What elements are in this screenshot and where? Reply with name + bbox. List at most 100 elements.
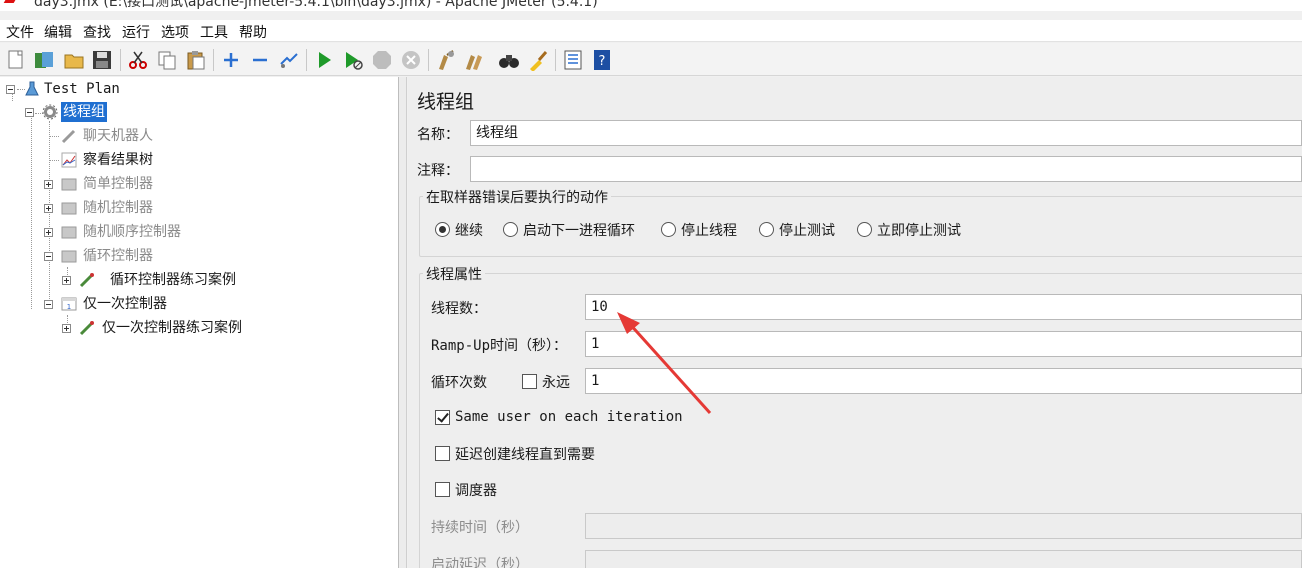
expand-toggle[interactable] [44,180,53,189]
tree-node-chatbot[interactable]: 聊天机器人 [59,126,259,148]
forever-checkbox[interactable] [522,374,537,389]
tree-node-thread-group[interactable]: 线程组 [25,102,225,124]
once-controller-icon: 1 [61,296,77,312]
test-plan-icon [24,81,40,97]
forever-label[interactable]: 永远 [542,372,570,392]
collapse-toggle[interactable] [44,300,53,309]
jmeter-feather-icon [3,0,19,3]
window-title: day3.jmx (E:\接口测试\apache-jmeter-5.4.1\bi… [34,0,598,10]
tree-node-label: 线程组 [61,102,107,122]
tree-node-label: 循环控制器练习案例 [110,272,236,288]
start-icon[interactable] [313,49,335,71]
radio-continue-label[interactable]: 继续 [455,220,483,240]
radio-stop-test-now-label[interactable]: 立即停止测试 [877,220,961,240]
delay-thread-creation-label[interactable]: 延迟创建线程直到需要 [455,444,595,464]
listener-icon [61,152,77,168]
clear-icon[interactable] [435,49,457,71]
collapse-toggle[interactable] [6,85,15,94]
tree-node-test-plan[interactable]: Test Plan [6,79,206,101]
radio-stop-thread-label[interactable]: 停止线程 [681,220,737,240]
collapse-toggle[interactable] [25,108,34,117]
radio-stop-test-now[interactable] [857,222,872,237]
thread-group-editor: 线程组 名称： 线程组 注释： 在取样器错误后要执行的动作 继续 启动下一进程循… [408,77,1302,568]
tree-node-label: Test Plan [44,81,120,97]
collapse-toggle[interactable] [44,252,53,261]
rampup-field[interactable]: 1 [585,331,1302,357]
radio-stop-test-label[interactable]: 停止测试 [779,220,835,240]
controller-icon [61,200,77,216]
radio-stop-test[interactable] [759,222,774,237]
menu-help[interactable]: 帮助 [239,22,267,42]
start-no-pause-icon[interactable] [342,49,364,71]
startup-delay-label: 启动延迟（秒） [431,557,529,568]
delay-thread-creation-checkbox[interactable] [435,446,450,461]
expand-icon[interactable] [220,49,242,71]
help-icon[interactable]: ? [591,49,613,71]
scheduler-label[interactable]: 调度器 [455,480,497,500]
templates-icon[interactable] [33,49,55,71]
tree-node-once-only-controller-case[interactable]: 仅一次控制器练习案例 [62,318,302,340]
name-field[interactable]: 线程组 [470,120,1302,146]
rampup-label: Ramp-Up时间（秒）： [431,338,568,354]
expand-toggle[interactable] [62,276,71,285]
thread-properties-title: 线程属性 [423,264,485,284]
toolbar-separator [213,49,214,71]
scheduler-checkbox[interactable] [435,482,450,497]
radio-stop-thread[interactable] [661,222,676,237]
tree-node-once-only-controller[interactable]: 1 仅一次控制器 [44,294,244,316]
threads-field[interactable]: 10 [585,294,1302,320]
tree-node-random-controller[interactable]: 随机控制器 [44,198,244,220]
menu-options[interactable]: 选项 [161,22,189,42]
error-action-title: 在取样器错误后要执行的动作 [423,187,611,207]
copy-icon[interactable] [156,49,178,71]
tree-node-simple-controller[interactable]: 简单控制器 [44,174,244,196]
duration-field[interactable] [585,513,1302,539]
panel-heading: 线程组 [417,91,475,113]
toggle-icon[interactable] [278,49,300,71]
open-icon[interactable] [63,49,85,71]
stop-icon[interactable] [371,49,393,71]
tree-node-label: 随机控制器 [83,200,153,216]
menu-search[interactable]: 查找 [83,22,111,42]
loop-count-field[interactable]: 1 [585,368,1302,394]
expand-toggle[interactable] [44,204,53,213]
menu-edit[interactable]: 编辑 [44,22,72,42]
panel-splitter[interactable] [399,77,407,568]
tree-connector [49,136,59,137]
reset-search-icon[interactable] [527,49,549,71]
tree-node-label: 仅一次控制器 [83,296,167,312]
tree-node-label: 随机顺序控制器 [83,224,181,240]
menu-run[interactable]: 运行 [122,22,150,42]
sampler-icon [79,320,95,336]
controller-icon [61,248,77,264]
same-user-label[interactable]: Same user on each iteration [455,409,683,425]
radio-start-next-loop-label[interactable]: 启动下一进程循环 [523,220,635,240]
radio-continue[interactable] [435,222,450,237]
same-user-checkbox[interactable] [435,410,450,425]
radio-start-next-loop[interactable] [503,222,518,237]
expand-toggle[interactable] [44,228,53,237]
tree-node-loop-controller[interactable]: 循环控制器 [44,246,244,268]
cut-icon[interactable] [127,49,149,71]
toolbar-separator [555,49,556,71]
clear-all-icon[interactable] [464,49,486,71]
tree-node-view-results-tree[interactable]: 察看结果树 [59,150,259,172]
shutdown-icon[interactable] [400,49,422,71]
comment-field[interactable] [470,156,1302,182]
collapse-icon[interactable] [249,49,271,71]
search-icon[interactable] [498,49,520,71]
paste-icon[interactable] [185,49,207,71]
startup-delay-field[interactable] [585,550,1302,568]
expand-toggle[interactable] [62,324,71,333]
function-helper-icon[interactable] [562,49,584,71]
tree-connector [31,113,32,309]
menu-file[interactable]: 文件 [6,22,34,42]
save-icon[interactable] [91,49,113,71]
new-icon[interactable] [5,49,27,71]
menu-tools[interactable]: 工具 [200,22,228,42]
toolbar: ? [0,43,1302,76]
tree-node-loop-controller-case[interactable]: 循环控制器练习案例 [62,270,302,292]
tree-node-random-order-controller[interactable]: 随机顺序控制器 [44,222,264,244]
comment-label: 注释： [417,163,459,179]
tree-connector [49,160,59,161]
